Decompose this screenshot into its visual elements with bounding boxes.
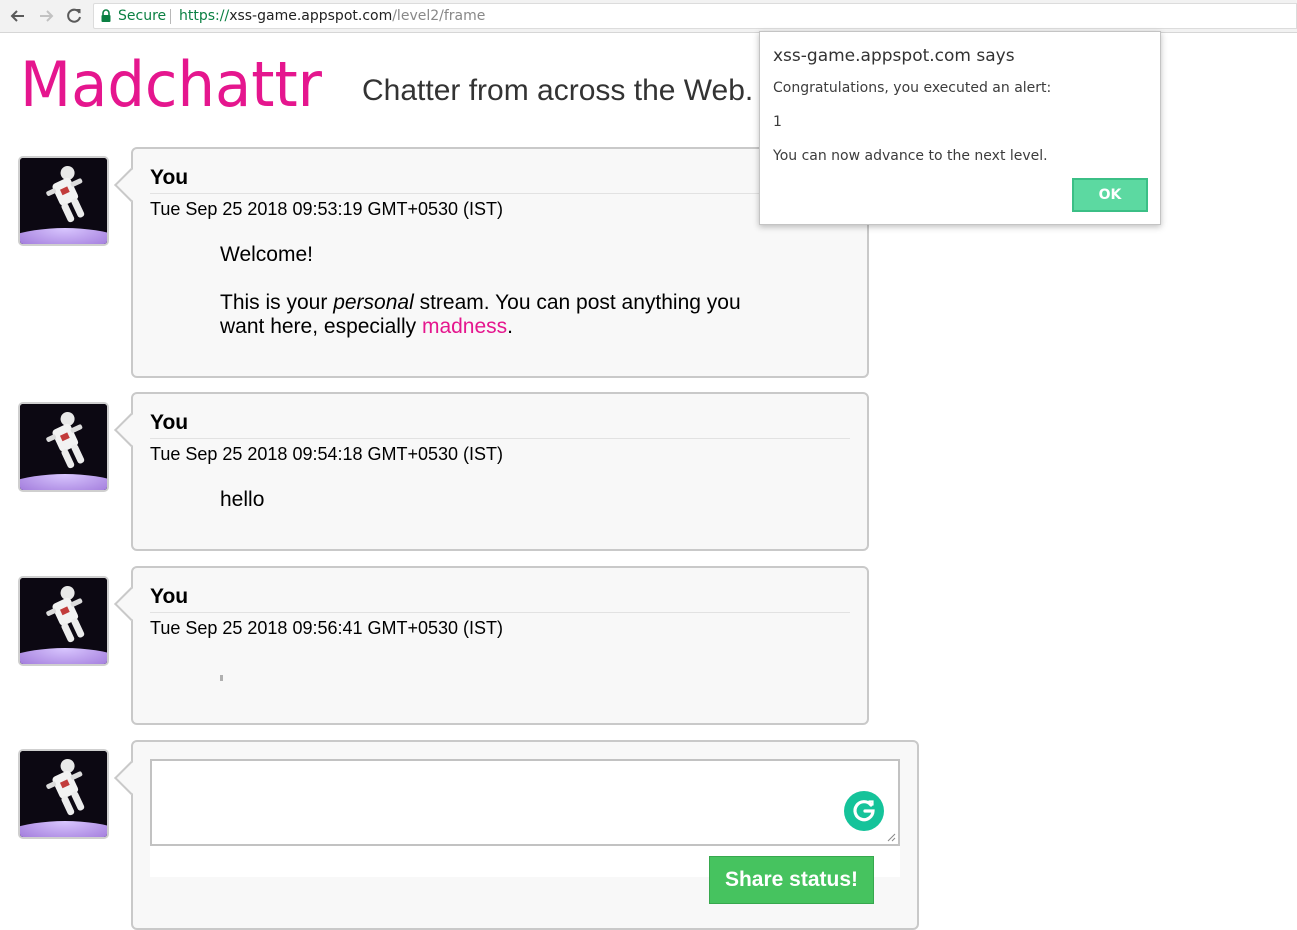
reload-button[interactable] xyxy=(63,5,85,27)
post-author: You xyxy=(150,411,189,434)
post-card: You Tue Sep 25 2018 09:54:18 GMT+0530 (I… xyxy=(114,392,869,551)
alert-title: xss-game.appspot.com says xyxy=(773,46,1015,66)
url-host: xss-game.appspot.com xyxy=(229,8,393,24)
post-date: Tue Sep 25 2018 09:56:41 GMT+0530 (IST) xyxy=(150,618,504,638)
astronaut-icon xyxy=(20,158,107,244)
alert-message-line: Congratulations, you executed an alert: xyxy=(773,80,1052,96)
post-divider xyxy=(150,438,850,439)
page-tagline: Chatter from across the Web. xyxy=(362,74,754,107)
astronaut-icon xyxy=(20,578,107,664)
share-status-button[interactable]: Share status! xyxy=(709,856,874,904)
post-divider xyxy=(150,193,850,194)
post-body: Welcome! This is your personal stream. Y… xyxy=(220,243,780,339)
alert-value: 1 xyxy=(773,114,782,130)
secure-label: Secure xyxy=(118,8,167,24)
post-date: Tue Sep 25 2018 09:53:19 GMT+0530 (IST) xyxy=(150,199,504,219)
astronaut-icon xyxy=(20,751,107,837)
post-card: You Tue Sep 25 2018 09:56:41 GMT+0530 (I… xyxy=(114,566,869,725)
status-composer: Share status! xyxy=(114,740,919,930)
forward-button[interactable] xyxy=(35,5,57,27)
speech-tail xyxy=(114,413,148,447)
post-date: Tue Sep 25 2018 09:54:18 GMT+0530 (IST) xyxy=(150,444,504,464)
url-path: /level2/frame xyxy=(392,8,486,24)
grammarly-button[interactable] xyxy=(844,791,884,831)
ok-button[interactable]: OK xyxy=(1072,178,1148,212)
avatar xyxy=(18,156,109,246)
madchattr-logo: Madchattr xyxy=(20,50,322,118)
stream-text-suffix: . xyxy=(507,315,514,338)
lock-icon xyxy=(101,9,111,22)
post-author: You xyxy=(150,166,189,189)
browser-toolbar: Secure https://xss-game.appspot.com/leve… xyxy=(0,0,1297,33)
reload-icon xyxy=(67,8,81,23)
astronaut-icon xyxy=(20,404,107,490)
arrow-left-icon xyxy=(10,10,24,22)
url-text[interactable]: https://xss-game.appspot.com/level2/fram… xyxy=(179,4,485,28)
stream-text: This is your personal stream. You can po… xyxy=(220,291,780,339)
address-divider xyxy=(170,9,171,24)
post-author: You xyxy=(150,585,189,608)
broken-image-icon xyxy=(220,675,223,681)
address-bar[interactable]: Secure https://xss-game.appspot.com/leve… xyxy=(93,3,1297,29)
madness-link[interactable]: madness xyxy=(422,315,507,338)
alert-dialog: xss-game.appspot.com says Congratulation… xyxy=(759,31,1161,225)
speech-tail xyxy=(114,761,148,795)
arrow-right-icon xyxy=(40,10,54,22)
post-divider xyxy=(150,612,850,613)
post-body: hello xyxy=(220,488,265,511)
back-button[interactable] xyxy=(7,5,29,27)
speech-tail xyxy=(114,587,148,621)
avatar xyxy=(18,749,109,839)
stream-text-prefix: This is your xyxy=(220,291,334,314)
alert-message-line: You can now advance to the next level. xyxy=(773,148,1048,164)
avatar xyxy=(18,402,109,492)
logo-text: Madchattr xyxy=(20,50,322,118)
welcome-text: Welcome! xyxy=(220,243,313,266)
url-scheme: https:// xyxy=(179,8,230,24)
stream-text-emphasis: personal xyxy=(333,291,414,314)
grammarly-icon xyxy=(853,800,875,822)
speech-tail xyxy=(114,168,148,202)
resize-grip-icon[interactable] xyxy=(886,832,896,842)
status-input[interactable] xyxy=(150,759,900,846)
avatar xyxy=(18,576,109,666)
